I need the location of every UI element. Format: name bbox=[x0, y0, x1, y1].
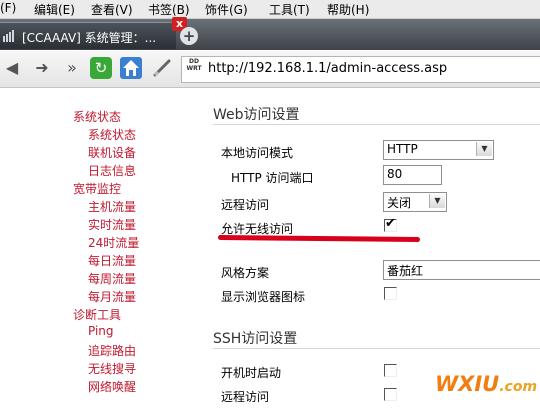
refresh-icon[interactable]: ↻ bbox=[90, 57, 112, 79]
sidebar-item-wol[interactable]: 网络唤醒 bbox=[88, 378, 136, 395]
pencil-icon[interactable] bbox=[152, 59, 172, 77]
menu-bar: (F) 编辑(E) 查看(V) 书签(B) 饰件(G) 工具(T) 帮助(H) bbox=[0, 0, 540, 19]
web-section-divider bbox=[213, 124, 540, 125]
home-icon[interactable] bbox=[120, 57, 142, 79]
http-port-value: 80 bbox=[387, 167, 403, 181]
remote-access-select[interactable]: 关闭 ▼ bbox=[383, 192, 447, 212]
sidebar-item-monthly[interactable]: 每月流量 bbox=[88, 288, 136, 305]
tab-favicon-icon bbox=[3, 30, 14, 42]
menu-file[interactable]: (F) bbox=[0, 1, 16, 15]
sidebar-item-wireless-scan[interactable]: 无线搜寻 bbox=[88, 360, 136, 377]
sidebar-item-ping[interactable]: Ping bbox=[88, 324, 114, 338]
menu-addons[interactable]: 饰件(G) bbox=[205, 1, 248, 18]
back-arrow-icon[interactable]: ◀ bbox=[2, 58, 22, 77]
local-mode-label: 本地访问模式 bbox=[221, 146, 294, 160]
menu-edit[interactable]: 编辑(E) bbox=[34, 1, 75, 18]
checkmark-icon: ✔ bbox=[385, 216, 396, 231]
sidebar-item-realtime[interactable]: 实时流量 bbox=[88, 216, 136, 233]
site-identity-icon: DD WRT bbox=[186, 58, 202, 72]
watermark-main: WXIU bbox=[435, 372, 500, 396]
watermark-suffix: .com bbox=[499, 379, 538, 395]
local-mode-value: HTTP bbox=[387, 142, 418, 156]
fast-forward-icon[interactable]: » bbox=[62, 58, 82, 77]
ssh-section-title: SSH访问设置 bbox=[213, 331, 298, 347]
page-content bbox=[0, 88, 540, 408]
http-port-label: HTTP 访问端口 bbox=[231, 171, 314, 185]
remote-access-label: 远程访问 bbox=[221, 198, 270, 212]
sidebar-item-host-traffic[interactable]: 主机流量 bbox=[88, 198, 136, 215]
theme-select[interactable]: 番茄红 bbox=[383, 260, 540, 280]
ssh-section-divider bbox=[213, 348, 540, 349]
theme-label: 风格方案 bbox=[221, 266, 270, 280]
http-port-input[interactable]: 80 bbox=[383, 165, 442, 185]
remote-access-value: 关闭 bbox=[387, 196, 412, 210]
web-section-title: Web访问设置 bbox=[213, 107, 300, 123]
ssh-remote-checkbox[interactable] bbox=[384, 388, 397, 401]
sidebar-item-daily[interactable]: 每日流量 bbox=[88, 252, 136, 269]
sidebar-header-diag[interactable]: 诊断工具 bbox=[73, 306, 121, 323]
sidebar-header-bandwidth[interactable]: 宽带监控 bbox=[73, 180, 121, 197]
menu-tools[interactable]: 工具(T) bbox=[269, 1, 310, 18]
menu-view[interactable]: 查看(V) bbox=[91, 1, 133, 18]
menu-help[interactable]: 帮助(H) bbox=[327, 1, 369, 18]
theme-value: 番茄红 bbox=[387, 264, 424, 278]
new-tab-icon[interactable]: + bbox=[180, 27, 198, 45]
ssh-boot-checkbox[interactable] bbox=[384, 364, 397, 377]
sidebar-header-status[interactable]: 系统状态 bbox=[73, 108, 121, 125]
ssh-remote-label: 远程访问 bbox=[221, 390, 270, 404]
wireless-access-checkbox[interactable]: ✔ bbox=[384, 216, 397, 232]
watermark-logo: WXIU.com bbox=[435, 372, 537, 396]
sidebar-item-status[interactable]: 系统状态 bbox=[88, 126, 136, 143]
sidebar-item-logs[interactable]: 日志信息 bbox=[88, 162, 136, 179]
sidebar-item-weekly[interactable]: 每周流量 bbox=[88, 270, 136, 287]
sidebar-item-traceroute[interactable]: 追踪路由 bbox=[88, 342, 136, 359]
ssh-boot-label: 开机时启动 bbox=[221, 366, 282, 380]
chevron-down-icon: ▼ bbox=[429, 194, 445, 208]
show-icon-checkbox[interactable] bbox=[384, 287, 397, 300]
address-url[interactable]: http://192.168.1.1/admin-access.asp bbox=[208, 61, 447, 76]
tab-title: [CCAAAV] 系统管理：... bbox=[22, 31, 157, 45]
chevron-down-icon: ▼ bbox=[476, 142, 492, 156]
sidebar-item-24h[interactable]: 24时流量 bbox=[88, 234, 139, 251]
show-icon-label: 显示浏览器图标 bbox=[221, 290, 306, 304]
sidebar-item-devices[interactable]: 联机设备 bbox=[88, 144, 136, 161]
local-mode-select[interactable]: HTTP ▼ bbox=[383, 140, 494, 160]
forward-arrow-icon[interactable]: ➜ bbox=[32, 58, 52, 77]
menu-bookmarks[interactable]: 书签(B) bbox=[148, 1, 190, 18]
